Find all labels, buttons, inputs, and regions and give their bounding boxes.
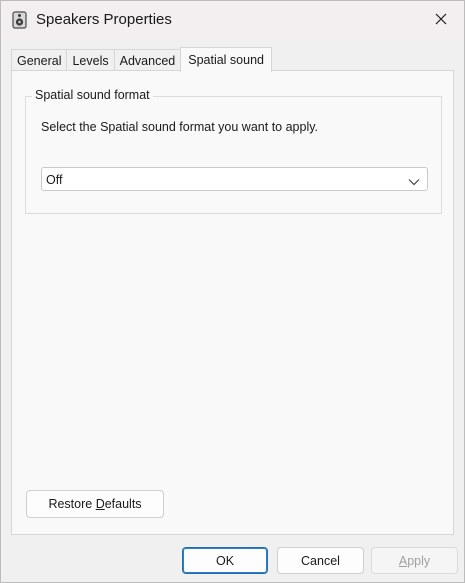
spatial-format-dropdown[interactable]: Off xyxy=(41,167,428,191)
cancel-button[interactable]: Cancel xyxy=(277,547,364,574)
restore-defaults-button[interactable]: Restore Defaults xyxy=(26,490,164,518)
close-icon xyxy=(435,13,447,28)
format-description: Select the Spatial sound format you want… xyxy=(41,120,319,134)
tab-strip: General Levels Advanced Spatial sound xyxy=(11,47,272,72)
restore-label-prefix: Restore xyxy=(48,497,96,511)
ok-button[interactable]: OK xyxy=(182,547,268,574)
window-title: Speakers Properties xyxy=(36,11,172,28)
spatial-sound-panel: Spatial sound format Select the Spatial … xyxy=(11,70,454,535)
apply-button[interactable]: Apply xyxy=(371,547,458,574)
title-bar: Speakers Properties xyxy=(1,1,464,39)
tab-levels[interactable]: Levels xyxy=(66,49,115,71)
apply-label-rest: pply xyxy=(407,553,431,568)
spatial-sound-format-group: Spatial sound format Select the Spatial … xyxy=(25,88,442,214)
restore-mnemonic: D xyxy=(95,497,105,511)
apply-mnemonic: A xyxy=(398,553,408,568)
tab-spatial-sound[interactable]: Spatial sound xyxy=(180,47,272,72)
restore-label-suffix: efaults xyxy=(104,497,142,511)
selected-format: Off xyxy=(46,173,63,187)
chevron-down-icon xyxy=(408,175,420,186)
close-button[interactable] xyxy=(418,1,464,39)
group-title: Spatial sound format xyxy=(32,88,153,102)
speaker-icon xyxy=(12,11,28,29)
speakers-properties-dialog: Speakers Properties General Levels Advan… xyxy=(0,0,465,583)
tab-general[interactable]: General xyxy=(11,49,68,71)
tab-advanced[interactable]: Advanced xyxy=(113,49,182,71)
